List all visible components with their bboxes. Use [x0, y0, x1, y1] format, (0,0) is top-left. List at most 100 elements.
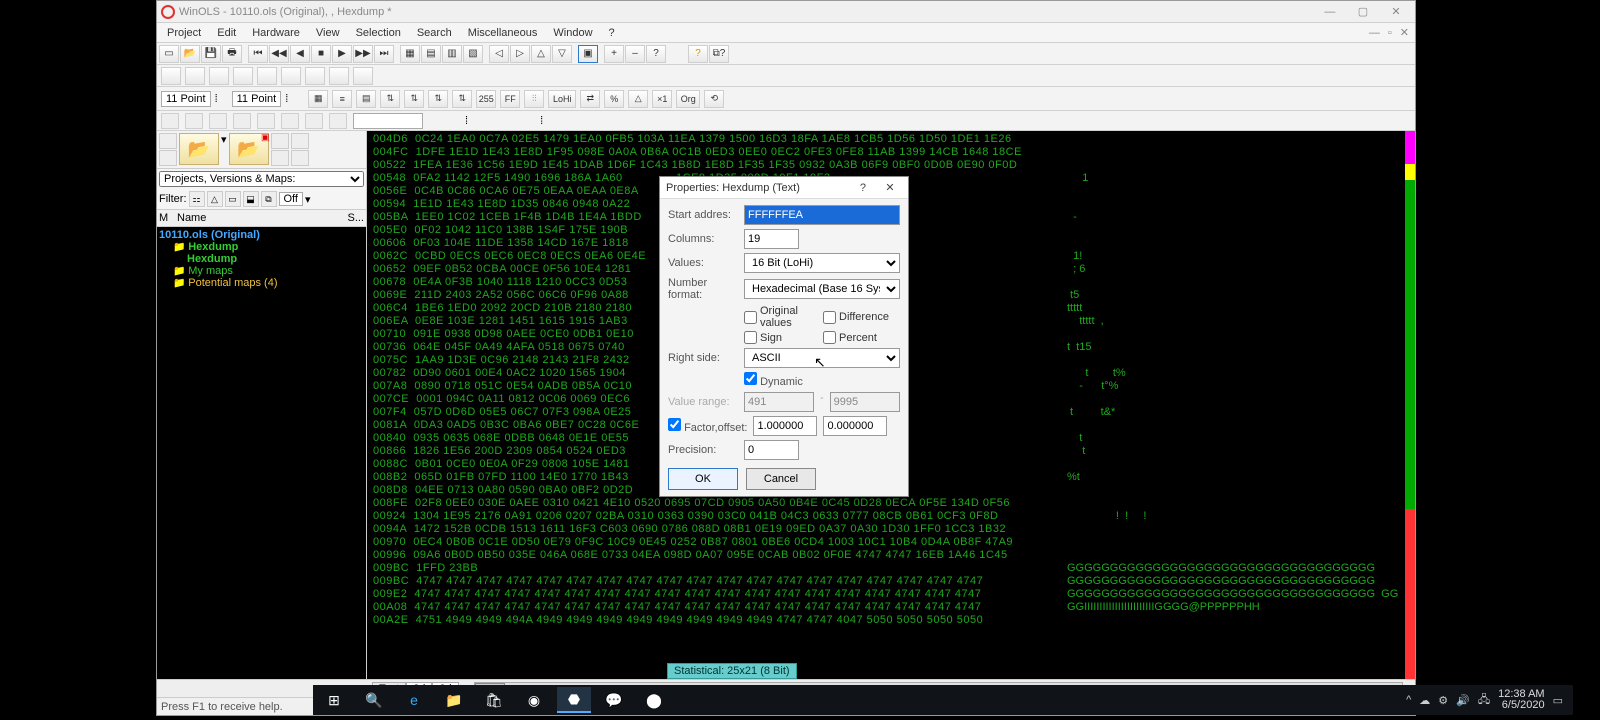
prev-icon[interactable]: ◀ — [290, 45, 310, 63]
print-icon[interactable]: 🖶 — [222, 45, 242, 63]
fmt-btn-6[interactable]: ⇅ — [452, 90, 472, 108]
tree-potential[interactable]: Potential maps (4) — [159, 277, 364, 289]
tray-cloud-icon[interactable]: ☁ — [1419, 694, 1430, 707]
factor-input[interactable] — [753, 416, 817, 436]
addr-btn-5[interactable] — [257, 113, 275, 129]
box-icon[interactable]: ▣ — [578, 45, 598, 63]
spinner-icon[interactable]: ⁞ — [215, 93, 218, 105]
fmt-btn-pct[interactable]: % — [604, 90, 624, 108]
side-sm-5-icon[interactable] — [291, 133, 309, 149]
addr-btn-6[interactable] — [281, 113, 299, 129]
tray-expand-icon[interactable]: ^ — [1406, 694, 1411, 706]
values-select[interactable]: 16 Bit (LoHi) — [744, 253, 900, 273]
tool2-4-icon[interactable] — [233, 67, 253, 85]
ok-button[interactable]: OK — [668, 468, 738, 490]
fmt-btn-reload[interactable]: ⟲ — [704, 90, 724, 108]
menu-misc[interactable]: Miscellaneous — [460, 25, 546, 41]
menu-window[interactable]: Window — [545, 25, 600, 41]
number-format-select[interactable]: Hexadecimal (Base 16 System — [744, 279, 900, 299]
line-icon[interactable]: 💬 — [597, 687, 631, 713]
fmt-btn-lohi[interactable]: LoHi — [548, 90, 576, 108]
taskbar-clock[interactable]: 12:38 AM 6/5/2020 — [1498, 689, 1544, 711]
col-m[interactable]: M — [159, 212, 177, 224]
addr-btn-7[interactable] — [305, 113, 323, 129]
play-icon[interactable]: ▶ — [332, 45, 352, 63]
tree-root[interactable]: 10110.ols (Original) — [159, 229, 364, 241]
grid2-icon[interactable]: ▤ — [421, 45, 441, 63]
start-address-input[interactable] — [744, 205, 900, 225]
tree-mymaps[interactable]: My maps — [159, 265, 364, 277]
open-folder-button[interactable]: 📂 — [179, 133, 219, 165]
menu-help[interactable]: ? — [601, 25, 623, 41]
system-tray[interactable]: ^ ☁ ⚙ 🔊 🖧 12:38 AM 6/5/2020 ▭ — [1406, 689, 1569, 711]
spinner-icon[interactable]: ⁞ — [285, 93, 288, 105]
rewind-fast-icon[interactable]: ⏮ — [248, 45, 268, 63]
fmt-btn-5[interactable]: ⇅ — [428, 90, 448, 108]
original-values-checkbox[interactable]: Original values — [744, 305, 821, 329]
fmt-btn-1[interactable]: ≡ — [332, 90, 352, 108]
fmt-btn-x1[interactable]: ×1 — [652, 90, 672, 108]
fmt-btn-2[interactable]: ▤ — [356, 90, 376, 108]
offset-input[interactable] — [823, 416, 887, 436]
tree-hexdump-item[interactable]: Hexdump — [159, 253, 364, 265]
percent-checkbox[interactable]: Percent — [823, 331, 900, 344]
chrome-icon[interactable]: ◉ — [517, 687, 551, 713]
difference-checkbox[interactable]: Difference — [823, 305, 900, 329]
filter-btn-5[interactable]: ⧉ — [261, 191, 277, 207]
grid3-icon[interactable]: ▥ — [442, 45, 462, 63]
nav-up-icon[interactable]: △ — [531, 45, 551, 63]
fwd-fast-icon[interactable]: ⏭ — [374, 45, 394, 63]
maximize-button[interactable]: ▢ — [1348, 5, 1378, 18]
right-side-select[interactable]: ASCII — [744, 348, 900, 368]
tool2-8-icon[interactable] — [329, 67, 349, 85]
obs-icon[interactable]: ⬤ — [637, 687, 671, 713]
menu-hardware[interactable]: Hardware — [244, 25, 308, 41]
tree-hexdump-folder[interactable]: Hexdump — [159, 241, 364, 253]
columns-input[interactable] — [744, 229, 799, 249]
cancel-button[interactable]: Cancel — [746, 468, 816, 490]
explorer-icon[interactable]: 📁 — [437, 687, 471, 713]
filter-off-button[interactable]: Off — [279, 192, 303, 206]
tool2-6-icon[interactable] — [281, 67, 301, 85]
mdi-close-icon[interactable]: ✕ — [1396, 26, 1413, 39]
context-help-icon[interactable]: ⧉? — [709, 45, 729, 63]
nav-right-icon[interactable]: ▷ — [510, 45, 530, 63]
dropdown-arrow-icon[interactable]: ▾ — [221, 133, 227, 166]
mdi-restore-icon[interactable]: ▫ — [1384, 27, 1396, 39]
menu-project[interactable]: Project — [159, 25, 209, 41]
save-icon[interactable]: 💾 — [201, 45, 221, 63]
fmt-btn-3[interactable]: ⇅ — [380, 90, 400, 108]
menu-view[interactable]: View — [308, 25, 348, 41]
start-button[interactable]: ⊞ — [317, 687, 351, 713]
fmt-btn-ff[interactable]: FF — [500, 90, 520, 108]
side-sm-3-icon[interactable] — [271, 133, 289, 149]
open-folder-red-button[interactable]: 📂▣ — [229, 133, 269, 165]
dialog-close-button[interactable]: ✕ — [878, 181, 902, 194]
col-name[interactable]: Name — [177, 212, 347, 224]
store-icon[interactable]: 🛍 — [477, 687, 511, 713]
side-sm-4-icon[interactable] — [271, 150, 289, 166]
rewind-icon[interactable]: ◀◀ — [269, 45, 289, 63]
side-sm-2-icon[interactable] — [159, 150, 177, 166]
fmt-btn-255[interactable]: 255 — [476, 90, 496, 108]
tray-notifications-icon[interactable]: ▭ — [1553, 694, 1563, 707]
dynamic-checkbox[interactable]: Dynamic — [744, 372, 900, 388]
tool2-9-icon[interactable] — [353, 67, 373, 85]
menu-search[interactable]: Search — [409, 25, 460, 41]
fmt-btn-delta[interactable]: △ — [628, 90, 648, 108]
addr-btn-1[interactable] — [161, 113, 179, 129]
search-button[interactable]: 🔍 — [357, 687, 391, 713]
minus-icon[interactable]: – — [625, 45, 645, 63]
tray-volume-icon[interactable]: 🔊 — [1456, 694, 1470, 707]
question-icon[interactable]: ? — [646, 45, 666, 63]
addr-btn-3[interactable] — [209, 113, 227, 129]
help-icon[interactable]: ? — [688, 45, 708, 63]
filter-btn-1[interactable]: ⚏ — [189, 191, 205, 207]
tool2-7-icon[interactable] — [305, 67, 325, 85]
addr-spinner-2[interactable]: ⁞ — [540, 115, 543, 127]
col-s[interactable]: S... — [347, 212, 364, 224]
new-icon[interactable]: ▭ — [159, 45, 179, 63]
tool2-3-icon[interactable] — [209, 67, 229, 85]
filter-btn-4[interactable]: ⬓ — [243, 191, 259, 207]
addr-spinner-1[interactable]: ⁞ — [465, 115, 468, 127]
